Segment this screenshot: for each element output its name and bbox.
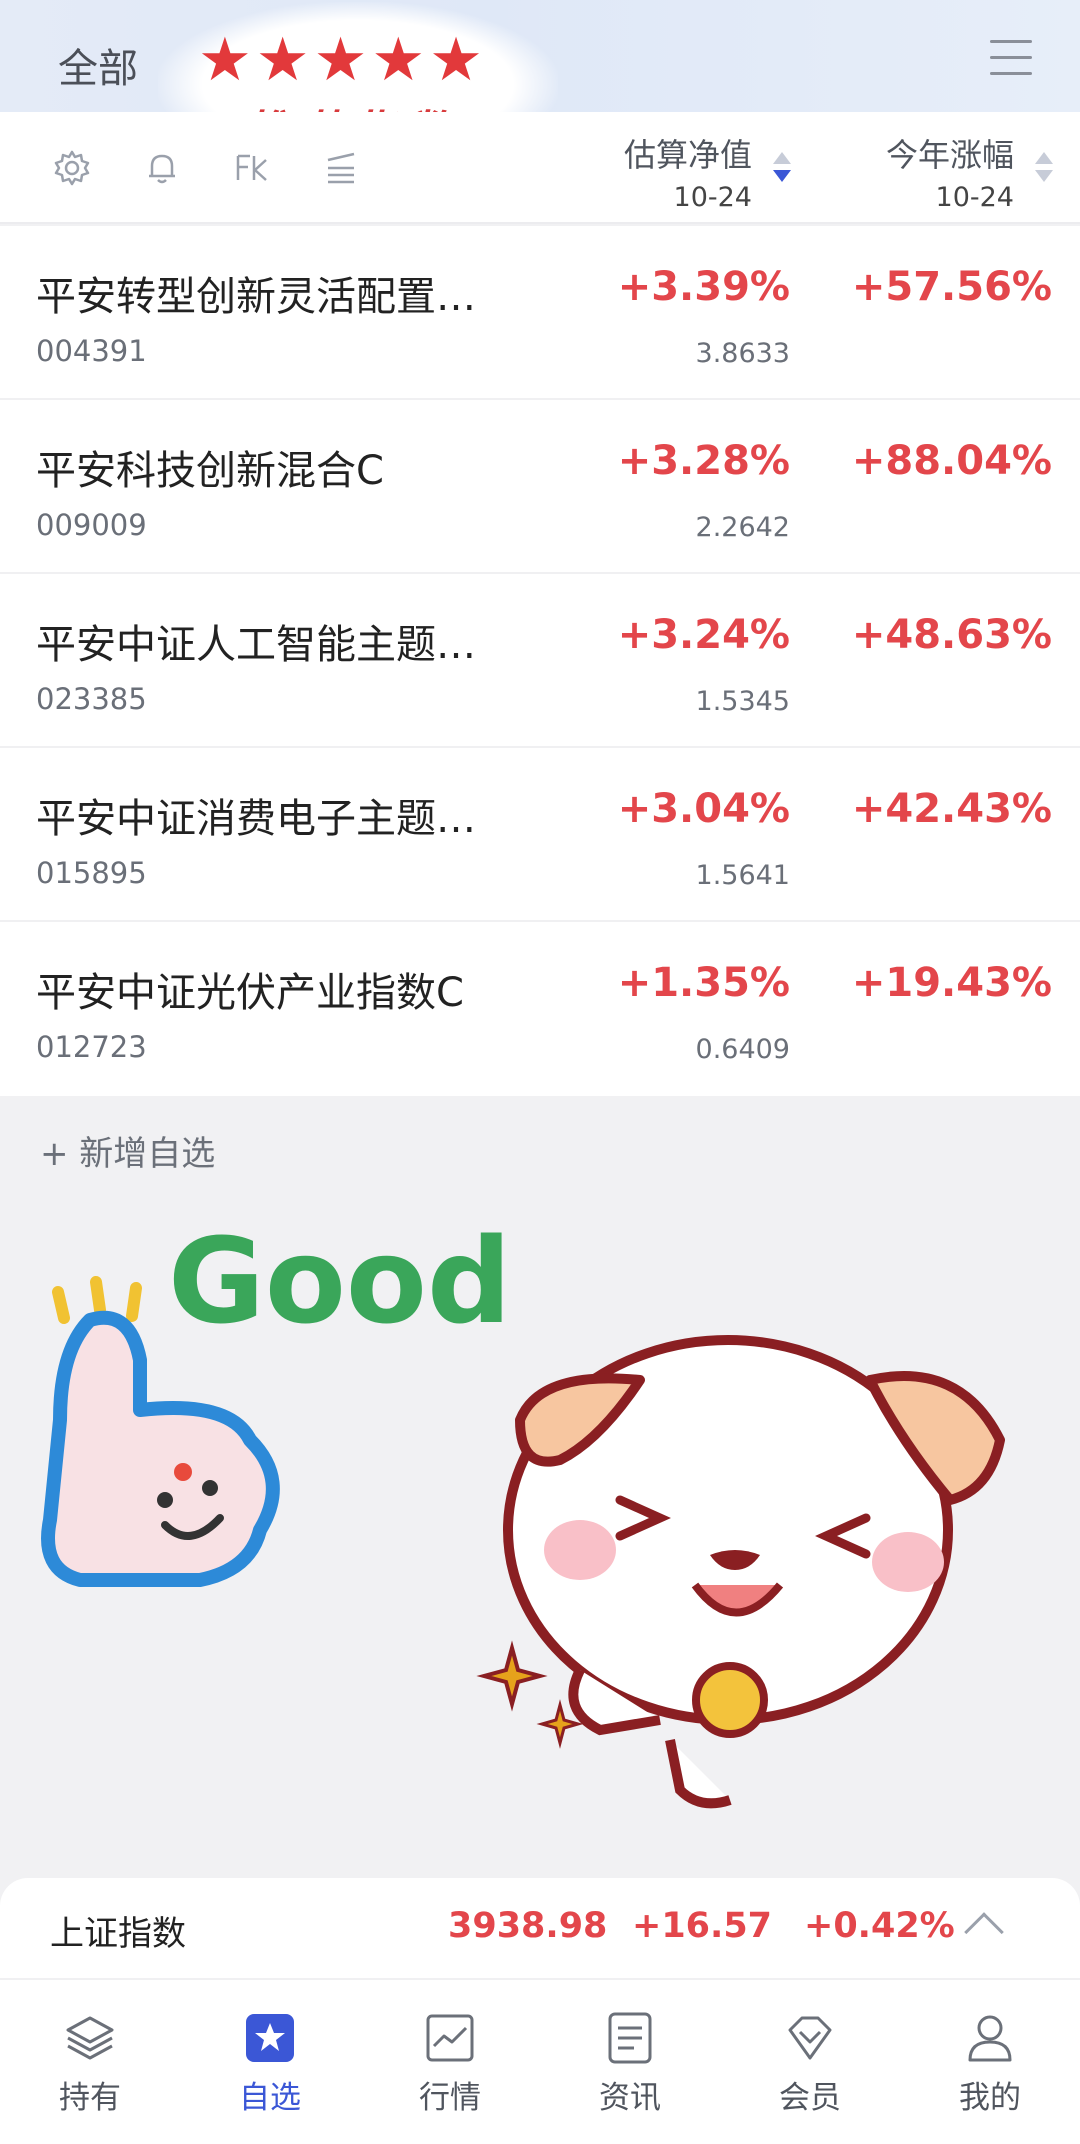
layers-icon <box>66 2016 114 2060</box>
rating-stars: ★★★★★ <box>198 25 487 95</box>
tab-market[interactable]: 行情 <box>380 2010 520 2117</box>
col-header-est-nav[interactable]: 估算净值 10-24 <box>624 130 752 213</box>
user-icon <box>968 2015 1012 2062</box>
tab-label: 行情 <box>419 2080 481 2116</box>
top-header: 全部 ★★★★★ <box>0 0 1080 152</box>
tab-news[interactable]: 资讯 <box>560 2010 700 2117</box>
sticker-good-text: Good <box>168 1212 511 1350</box>
fund-nav: 0.6409 <box>695 1034 790 1065</box>
fund-est-change: +1.35% <box>617 960 790 1006</box>
fund-est-change: +3.28% <box>617 438 790 484</box>
tab-member[interactable]: 会员 <box>740 2010 880 2117</box>
star-icon <box>246 2014 294 2062</box>
index-change: +16.57 <box>632 1906 773 1946</box>
tab-label: 资讯 <box>599 2080 661 2116</box>
index-name: 上证指数 <box>50 1914 186 1954</box>
fund-ytd-change: +42.43% <box>851 786 1052 832</box>
fund-code: 012723 <box>36 1030 147 1064</box>
fund-est-change: +3.04% <box>617 786 790 832</box>
fund-nav: 1.5641 <box>695 860 790 891</box>
add-watchlist-button[interactable]: + 新增自选 <box>40 1126 215 1175</box>
dog-sticker <box>476 1335 1005 1809</box>
sort-lines-icon[interactable] <box>320 148 360 188</box>
sort-est-nav-icon[interactable] <box>771 152 791 192</box>
fund-ytd-change: +48.63% <box>851 612 1052 658</box>
gear-icon[interactable] <box>52 148 92 188</box>
good-thumbs-sticker: Good <box>41 1212 1005 1809</box>
tab-holdings[interactable]: 持有 <box>20 2010 160 2117</box>
fund-nav: 3.8633 <box>695 338 790 369</box>
fund-row[interactable]: 平安中证人工智能主题… 023385 +3.24% 1.5345 +48.63% <box>0 574 1080 748</box>
fund-code: 023385 <box>36 682 147 716</box>
filter-all-tab[interactable]: 全部 <box>58 36 138 94</box>
bottom-tab-bar: 持有 自选 行情 资讯 会员 我的 <box>0 1978 1080 2144</box>
fund-row[interactable]: 平安科技创新混合C 009009 +3.28% 2.2642 +88.04% <box>0 400 1080 574</box>
col-header-est-nav-date: 10-24 <box>673 182 752 213</box>
fund-row[interactable]: 平安转型创新灵活配置… 004391 +3.39% 3.8633 +57.56% <box>0 226 1080 400</box>
document-icon <box>608 2012 652 2064</box>
index-value: 3938.98 <box>448 1906 608 1946</box>
sticker-overlay: Good <box>0 1200 1080 1820</box>
fund-row[interactable]: 平安中证消费电子主题… 015895 +3.04% 1.5641 +42.43% <box>0 748 1080 922</box>
index-change-pct: +0.42% <box>804 1906 955 1946</box>
chevron-up-icon[interactable] <box>964 1912 1004 1952</box>
fund-list: 平安转型创新灵活配置… 004391 +3.39% 3.8633 +57.56%… <box>0 226 1080 1096</box>
fund-code: 009009 <box>36 508 147 542</box>
menu-icon[interactable] <box>990 40 1032 76</box>
fk-icon[interactable] <box>232 148 272 188</box>
sort-ytd-icon[interactable] <box>1033 152 1053 192</box>
chart-icon <box>426 2014 474 2062</box>
bell-icon[interactable] <box>142 148 182 188</box>
fund-name: 平安中证消费电子主题… <box>36 796 476 842</box>
fund-est-change: +3.24% <box>617 612 790 658</box>
fund-name: 平安转型创新灵活配置… <box>36 274 476 320</box>
fund-nav: 1.5345 <box>695 686 790 717</box>
fund-ytd-change: +57.56% <box>851 264 1052 310</box>
tab-label: 持有 <box>59 2080 121 2116</box>
tab-label: 自选 <box>239 2080 301 2116</box>
list-toolbar: 估算净值 10-24 今年涨幅 10-24 <box>0 112 1080 224</box>
tab-label: 会员 <box>779 2080 841 2116</box>
col-header-ytd[interactable]: 今年涨幅 10-24 <box>886 130 1014 213</box>
fund-name: 平安中证人工智能主题… <box>36 622 476 668</box>
col-header-ytd-date: 10-24 <box>935 182 1014 213</box>
fund-code: 015895 <box>36 856 147 890</box>
tab-watchlist[interactable]: 自选 <box>200 2010 340 2117</box>
col-header-ytd-title: 今年涨幅 <box>885 136 1014 174</box>
fund-code: 004391 <box>36 334 147 368</box>
market-index-bar[interactable]: 上证指数 3938.98 +16.57 +0.42% <box>0 1878 1080 1978</box>
tab-mine[interactable]: 我的 <box>920 2010 1060 2117</box>
diamond-icon <box>788 2016 832 2060</box>
fund-ytd-change: +88.04% <box>851 438 1052 484</box>
fund-est-change: +3.39% <box>617 264 790 310</box>
fund-row[interactable]: 平安中证光伏产业指数C 012723 +1.35% 0.6409 +19.43% <box>0 922 1080 1096</box>
tab-label: 我的 <box>959 2080 1021 2116</box>
col-header-est-nav-title: 估算净值 <box>623 136 752 174</box>
fund-name: 平安科技创新混合C <box>36 448 384 494</box>
fund-ytd-change: +19.43% <box>851 960 1052 1006</box>
fund-nav: 2.2642 <box>695 512 790 543</box>
fund-name: 平安中证光伏产业指数C <box>36 970 464 1016</box>
